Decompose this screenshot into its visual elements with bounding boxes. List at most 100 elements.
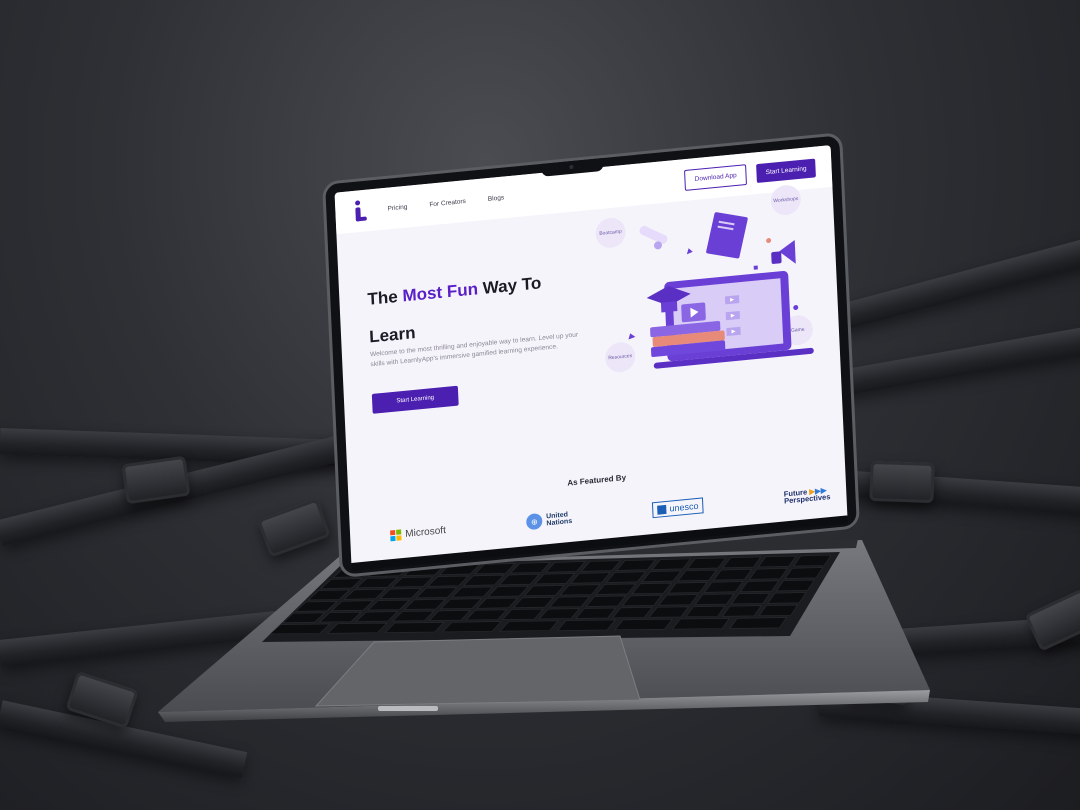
website-screen: Pricing For Creators Blogs Download App … [334,145,848,567]
keyboard-key [612,607,653,619]
keyboard-key [427,575,469,587]
keyboard-key [294,601,338,612]
keyboard-key [440,598,483,610]
download-app-button[interactable]: Download App [684,163,748,191]
keyboard-key [559,584,601,596]
keyboard-key [549,596,591,608]
united-nations-logo: ⊕ United Nations [525,510,573,531]
keyboard-key [651,558,692,570]
keyboard-key [721,605,762,617]
keyboard-key [392,610,435,622]
keyboard-key [631,582,672,595]
keyboard-key [441,621,502,633]
keyboard-key [307,589,351,601]
unesco-logo: unesco [652,497,704,519]
keyboard-key [502,608,544,620]
keyboard-key [498,574,540,586]
microsoft-windows-icon [390,528,402,541]
keyboard-key [384,622,445,633]
keyboard-key [784,567,824,579]
keyboard-key [487,585,529,597]
keyboard-key [595,583,637,595]
buckle-right-top [869,460,935,504]
buckle-right-bottom [844,658,912,706]
future-perspectives-logo: Future ▶▶▶ Perspectives [783,485,831,506]
learning-illustration [628,212,814,369]
keyboard-key [326,622,388,634]
keyboard-key [616,559,657,571]
laptop-lid: Pricing For Creators Blogs Download App … [322,132,860,578]
strap-right-mid [827,323,1080,398]
keyboard-key [686,557,727,570]
keyboard-key [556,619,616,631]
learnly-logo[interactable] [351,200,368,223]
keyboard-key [428,610,471,621]
keyboard-key [757,555,797,568]
microsoft-logo: Microsoft [390,525,446,541]
scene-background: Pricing For Creators Blogs Download App … [0,0,1080,810]
keyboard-key [739,580,780,592]
keyboard-key [730,592,771,605]
keyboard-key [403,599,446,610]
keyboard-key [703,581,744,593]
keyboard-key [415,587,458,599]
strap-right-top [816,232,1080,336]
keyboard-key [748,568,788,580]
keyboard-key [722,556,762,569]
un-line2: Nations [546,517,573,528]
keyboard-key [694,593,735,605]
keyboard-key [320,578,363,589]
keyboard-key [379,588,422,599]
keyboard-key [474,563,516,575]
keyboard-key [621,594,663,607]
keyboard-key [775,579,815,592]
keyboard-key [391,576,434,588]
keyboard-key [355,611,399,622]
hero-title-part1: The [367,286,403,309]
keyboard-key [614,618,673,631]
keyboard-key [509,562,551,574]
keyboard-key [523,585,565,597]
keyboard-key [463,574,505,586]
keyboard-key [499,620,559,632]
keyboard-key [451,586,494,598]
un-emblem-icon: ⊕ [525,512,543,531]
hero-title-accent: Most Fun [402,279,479,306]
keyboard-key [713,568,753,581]
nav-for-creators[interactable]: For Creators [429,198,466,208]
keyboard-key [648,606,690,618]
keyboard-key [641,570,682,582]
keyboard-key [355,577,399,589]
keyboard-key [538,608,580,620]
keyboard-key [729,617,787,629]
keyboard-key [758,604,799,617]
unesco-text: unesco [669,500,699,514]
strap-left-bottom [0,608,300,666]
hero-start-learning-button[interactable]: Start Learning [371,385,459,414]
keyboard-key [671,618,730,630]
keyboard-key [685,605,726,618]
nav-pricing[interactable]: Pricing [387,203,407,212]
keyboard-key [512,597,555,608]
keyboard-key [667,582,708,594]
nav-blogs[interactable]: Blogs [488,194,505,202]
microsoft-text: Microsoft [405,524,447,540]
keyboard-key [575,607,617,619]
keyboard-key [367,599,410,611]
keyboard-key [476,597,519,609]
hero-title-part2: Way To [477,273,542,299]
keyboard-key [534,573,576,585]
keyboard-key [570,572,611,584]
keyboard-key [580,560,621,572]
keyboard-key [767,592,807,604]
keyboard-key [343,588,386,600]
keyboard-key [585,595,627,607]
keyboard-key [605,571,647,583]
nav-start-learning-button[interactable]: Start Learning [756,158,816,183]
keyboard-key [465,609,508,621]
keyboard-key [677,569,717,582]
unesco-temple-icon [657,504,667,515]
keyboard-key [318,611,362,623]
keyboard-key [545,561,586,573]
hero-title-line2: Learn [368,323,416,347]
